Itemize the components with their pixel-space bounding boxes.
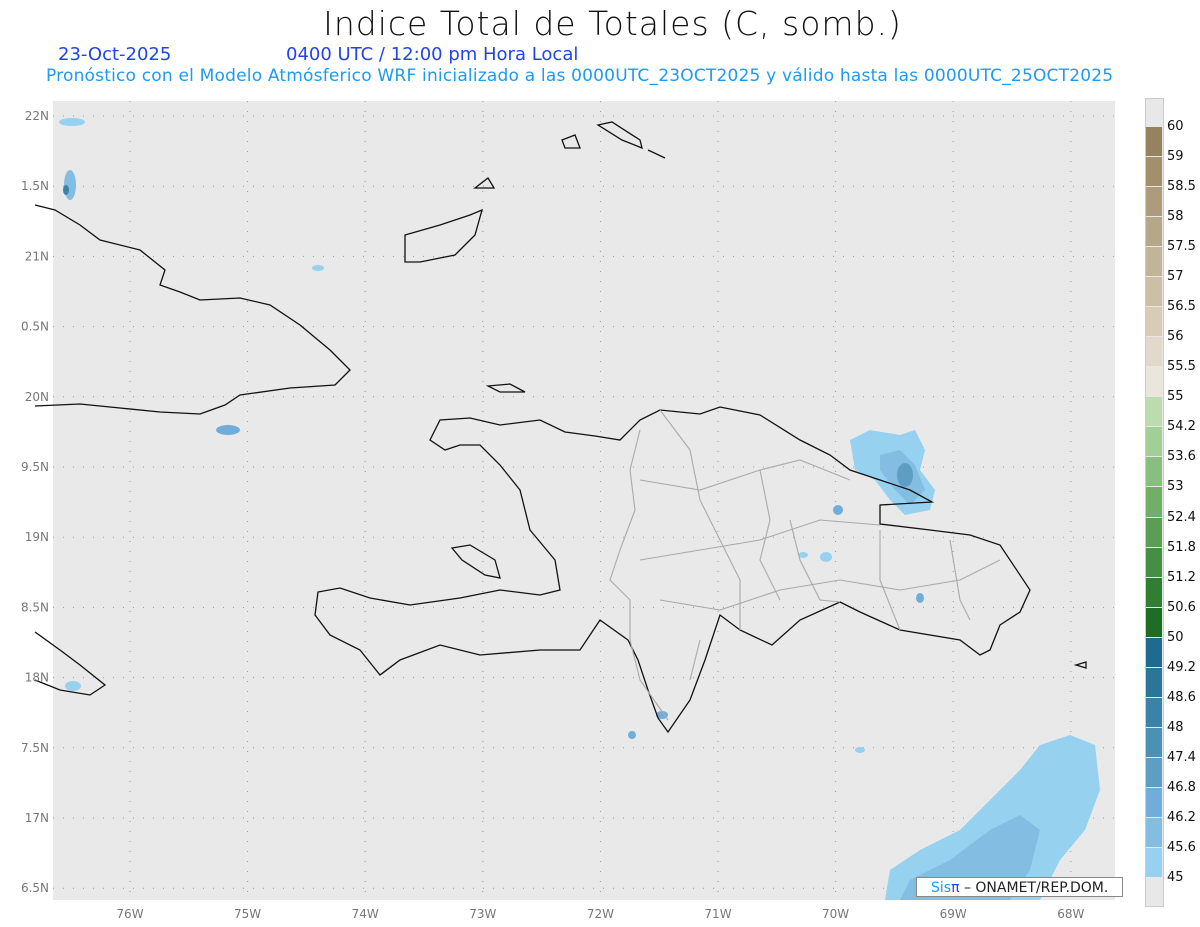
colorbar-label: 55 — [1167, 389, 1184, 405]
onamet-logo: Sisπ – ONAMET/REP.DOM. — [916, 877, 1123, 897]
colorbar-label: 56.5 — [1167, 299, 1196, 315]
colorbar-label: 52.4 — [1167, 509, 1196, 525]
colorbar-label: 58.5 — [1167, 179, 1196, 195]
colorbar-segment — [1146, 697, 1162, 727]
colorbar-segment — [1146, 367, 1162, 397]
lon-label: 75W — [234, 907, 261, 921]
colorbar-label: 55.5 — [1167, 359, 1196, 375]
colorbar-label: 57.5 — [1167, 239, 1196, 255]
lat-label: 9.5N — [21, 460, 49, 474]
colorbar-label: 46.2 — [1167, 809, 1196, 825]
colorbar-segment — [1146, 307, 1162, 337]
lon-label: 68W — [1057, 907, 1084, 921]
lat-label: 8.5N — [21, 600, 49, 614]
logo-text: – ONAMET/REP.DOM. — [959, 880, 1109, 896]
colorbar-segment — [1146, 217, 1162, 247]
lat-label: 0.5N — [21, 320, 49, 334]
colorbar-label: 56 — [1167, 329, 1184, 345]
colorbar-segment — [1146, 127, 1162, 157]
colorbar-segment — [1146, 817, 1162, 847]
colorbar-label: 48.6 — [1167, 689, 1196, 705]
colorbar-segment — [1146, 157, 1162, 187]
map-canvas: 76W 75W 74W 73W 72W 71W 70W 69W 68W 22N 1.5N 21N 0.5… — [21, 101, 1115, 921]
colorbar-label: 53 — [1167, 479, 1184, 495]
colorbar-segment — [1146, 757, 1162, 787]
colorbar-label: 51.8 — [1167, 539, 1196, 555]
colorbar-segment — [1146, 487, 1162, 517]
colorbar-label: 51.2 — [1167, 569, 1196, 585]
colorbar-label: 59 — [1167, 149, 1184, 165]
colorbar-segment — [1146, 397, 1162, 427]
colorbar-segment — [1146, 607, 1162, 637]
lon-label: 72W — [587, 907, 614, 921]
colorbar-label: 58 — [1167, 209, 1184, 225]
colorbar-segment — [1146, 637, 1162, 667]
logo-sis: Sis — [931, 880, 952, 896]
lon-label: 74W — [352, 907, 379, 921]
colorbar-label: 45 — [1167, 870, 1184, 885]
colorbar-segment — [1146, 847, 1162, 877]
colorbar-segment — [1146, 517, 1162, 547]
lon-label: 76W — [116, 907, 143, 921]
lat-label: 21N — [25, 249, 49, 263]
colorbar-label: 48 — [1167, 719, 1184, 735]
colorbar-segment — [1146, 787, 1162, 817]
colorbar-segment — [1146, 667, 1162, 697]
lat-label: 18N — [25, 671, 49, 685]
lat-label: 7.5N — [21, 741, 49, 755]
colorbar-label: 50.6 — [1167, 599, 1196, 615]
colorbar-segment — [1146, 727, 1162, 757]
colorbar-segment — [1146, 247, 1162, 277]
colorbar-label: 57 — [1167, 269, 1184, 285]
lat-label: 1.5N — [21, 179, 49, 193]
colorbar-segment — [1146, 457, 1162, 487]
map-background — [53, 101, 1115, 900]
lat-label: 6.5N — [21, 881, 49, 895]
lat-label: 22N — [25, 109, 49, 123]
colorbar-label: 54.2 — [1167, 419, 1196, 435]
lon-label: 69W — [940, 907, 967, 921]
colorbar-segment — [1146, 577, 1162, 607]
colorbar-segment — [1146, 427, 1162, 457]
colorbar-label: 49.2 — [1167, 659, 1196, 675]
colorbar-label: 53.6 — [1167, 449, 1196, 465]
colorbar-label: 50 — [1167, 629, 1184, 645]
lat-label: 20N — [25, 390, 49, 404]
colorbar-segment — [1146, 547, 1162, 577]
colorbar-label: 60 — [1167, 119, 1184, 134]
lon-label: 70W — [822, 907, 849, 921]
lat-label: 17N — [25, 811, 49, 825]
colorbar-label: 46.8 — [1167, 779, 1196, 795]
colorbar-segment — [1146, 337, 1162, 367]
colorbar-label: 47.4 — [1167, 749, 1196, 765]
colorbar-segment — [1146, 277, 1162, 307]
lat-label: 19N — [25, 530, 49, 544]
colorbar-label: 45.6 — [1167, 839, 1196, 855]
colorbar-segment — [1146, 187, 1162, 217]
logo-pi: π — [951, 880, 960, 896]
lon-label: 73W — [469, 907, 496, 921]
lon-label: 71W — [704, 907, 731, 921]
